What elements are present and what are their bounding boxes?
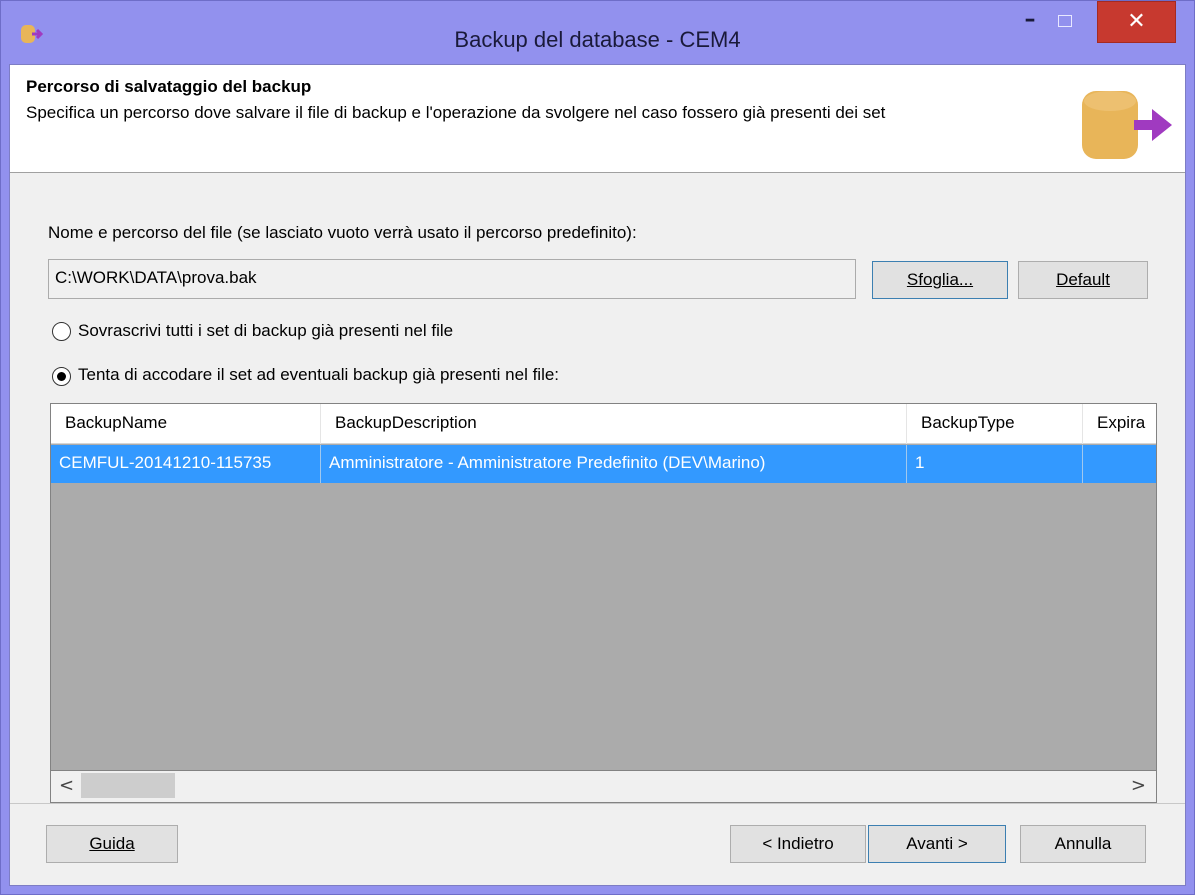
backup-wizard-window: Backup del database - CEM4 – ✕ Percorso … bbox=[0, 0, 1195, 895]
minimize-icon: – bbox=[1024, 7, 1036, 32]
footer-separator bbox=[10, 803, 1185, 804]
wizard-body: Percorso di salvataggio del backup Speci… bbox=[9, 64, 1186, 886]
header-description: Specifica un percorso dove salvare il fi… bbox=[26, 103, 886, 122]
title-bar[interactable]: Backup del database - CEM4 – ✕ bbox=[1, 1, 1194, 63]
append-radio-dot bbox=[57, 372, 66, 381]
cancel-button[interactable]: Annulla bbox=[1020, 825, 1146, 863]
cell-backuptype: 1 bbox=[907, 445, 1083, 483]
overwrite-label[interactable]: Sovrascrivi tutti i set di backup già pr… bbox=[78, 321, 453, 341]
cell-backupdescription: Amministratore - Amministratore Predefin… bbox=[321, 445, 907, 483]
append-radio[interactable] bbox=[52, 367, 71, 386]
close-button[interactable]: ✕ bbox=[1097, 1, 1176, 43]
backup-sets-grid[interactable]: BackupName BackupDescription BackupType … bbox=[50, 403, 1157, 771]
browse-button[interactable]: Sfoglia... bbox=[872, 261, 1008, 299]
default-button[interactable]: Default bbox=[1018, 261, 1148, 299]
back-button[interactable]: < Indietro bbox=[730, 825, 866, 863]
column-header-backupname[interactable]: BackupName bbox=[51, 404, 321, 444]
minimize-button[interactable]: – bbox=[1015, 9, 1045, 37]
file-path-input[interactable]: C:\WORK\DATA\prova.bak bbox=[48, 259, 856, 299]
column-header-backuptype[interactable]: BackupType bbox=[907, 404, 1083, 444]
append-label[interactable]: Tenta di accodare il set ad eventuali ba… bbox=[78, 365, 559, 385]
default-button-label: Default bbox=[1056, 270, 1110, 289]
browse-button-label: Sfoglia... bbox=[906, 270, 974, 289]
help-button[interactable]: Guida bbox=[46, 825, 178, 863]
next-button[interactable]: Avanti > bbox=[868, 825, 1006, 863]
column-header-expira[interactable]: Expira bbox=[1083, 404, 1156, 444]
next-button-label: Avanti > bbox=[906, 834, 968, 853]
header-title: Percorso di salvataggio del backup bbox=[26, 77, 312, 96]
scroll-left-icon[interactable]: < bbox=[59, 775, 74, 796]
file-path-label: Nome e percorso del file (se lasciato vu… bbox=[48, 223, 637, 242]
table-row[interactable]: CEMFUL-20141210-115735 Amministratore - … bbox=[51, 445, 1156, 483]
grid-header: BackupName BackupDescription BackupType … bbox=[51, 404, 1156, 444]
back-button-label: < Indietro bbox=[762, 834, 834, 853]
close-icon: ✕ bbox=[1127, 9, 1146, 34]
grid-horizontal-scrollbar[interactable]: < > bbox=[50, 771, 1157, 803]
database-arrow-icon bbox=[1082, 91, 1172, 159]
wizard-header: Percorso di salvataggio del backup Speci… bbox=[10, 65, 1185, 173]
cell-backupname: CEMFUL-20141210-115735 bbox=[51, 445, 321, 483]
maximize-button[interactable] bbox=[1058, 15, 1072, 27]
scroll-right-icon[interactable]: > bbox=[1131, 775, 1146, 796]
cell-expira bbox=[1083, 445, 1156, 483]
help-button-label: Guida bbox=[89, 834, 135, 853]
cancel-button-label: Annulla bbox=[1054, 834, 1112, 853]
overwrite-radio[interactable] bbox=[52, 322, 71, 341]
column-header-backupdescription[interactable]: BackupDescription bbox=[321, 404, 907, 444]
scrollbar-thumb[interactable] bbox=[81, 773, 175, 798]
